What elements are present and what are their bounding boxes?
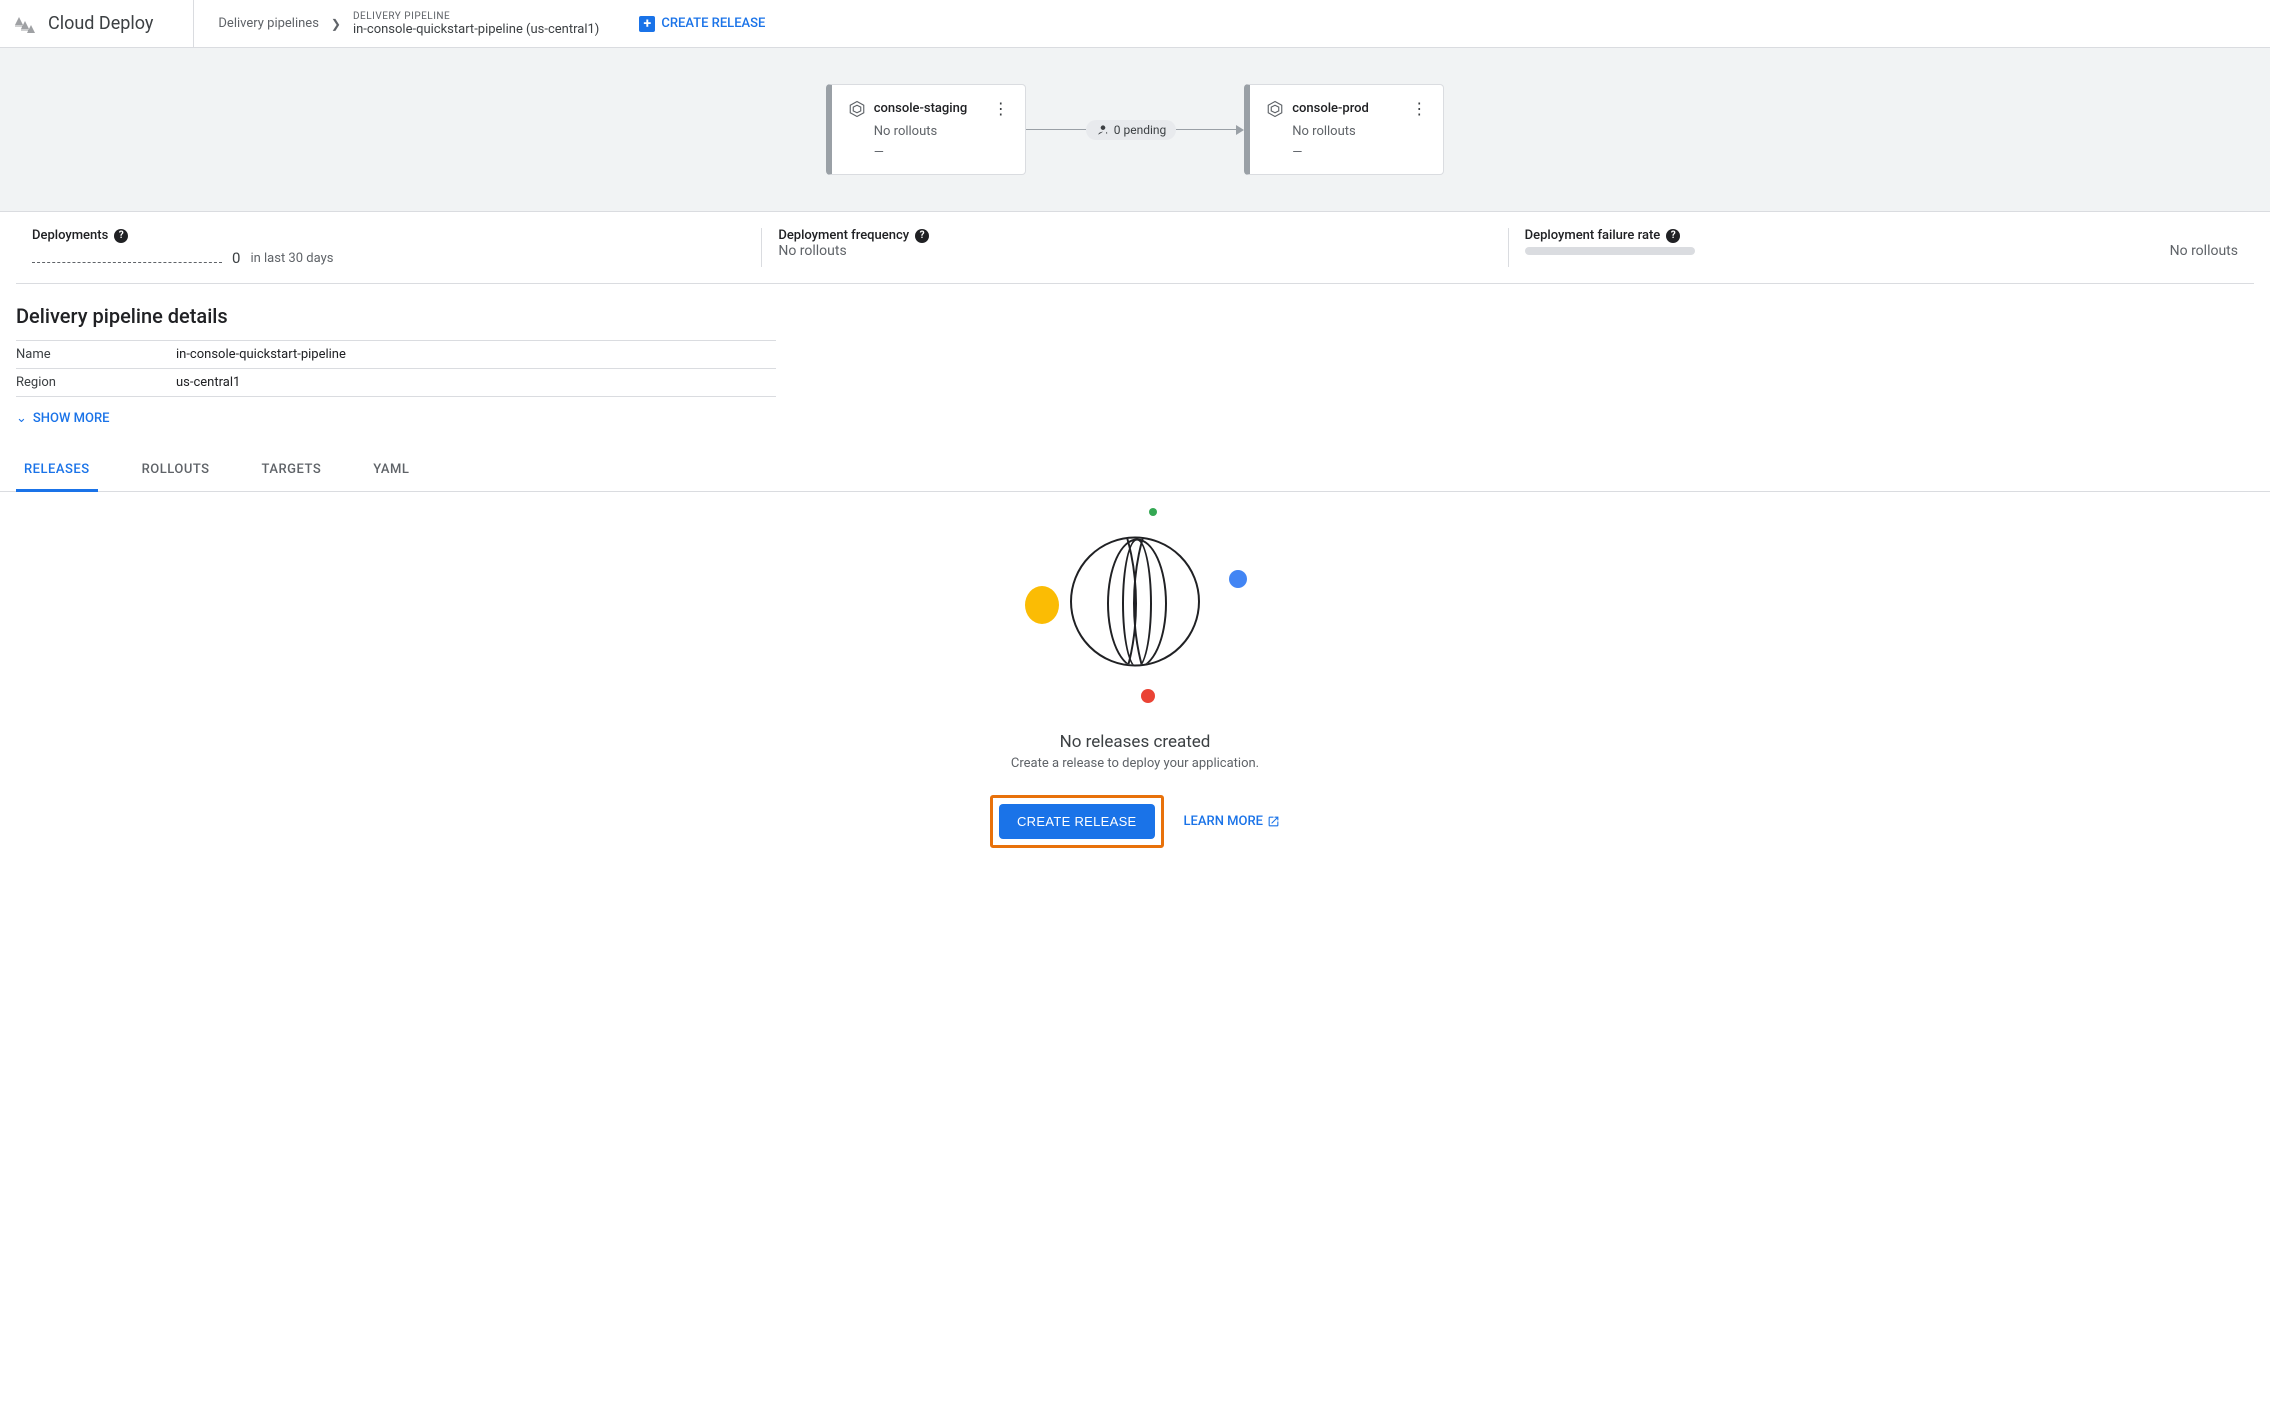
pipeline-connector: 0 pending	[1026, 120, 1245, 140]
stat-label: Deployment failure rate	[1525, 228, 1661, 243]
header-bar: Cloud Deploy Delivery pipelines ❯ DELIVE…	[0, 0, 2270, 48]
more-vert-icon[interactable]: ⋮	[993, 99, 1009, 118]
cloud-deploy-logo-icon	[12, 12, 36, 36]
breadcrumb-link-pipelines[interactable]: Delivery pipelines	[218, 16, 319, 31]
detail-label: Name	[16, 341, 176, 369]
show-more-label: SHOW MORE	[33, 411, 110, 426]
tutorial-highlight: CREATE RELEASE	[990, 795, 1164, 848]
stage-card-staging[interactable]: console-staging ⋮ No rollouts —	[826, 84, 1026, 175]
details-section: Delivery pipeline details Namein-console…	[0, 284, 2270, 426]
plus-icon: +	[639, 16, 655, 32]
detail-row: Regionus-central1	[16, 369, 776, 397]
stage-status: No rollouts	[1292, 124, 1427, 139]
target-icon	[1266, 100, 1284, 118]
stat-frequency: Deployment frequency? No rollouts	[761, 228, 1507, 267]
product-name: Cloud Deploy	[48, 13, 153, 34]
tab-rollouts[interactable]: ROLLOUTS	[134, 450, 218, 491]
failure-rate-bar	[1525, 247, 1695, 255]
create-release-button[interactable]: CREATE RELEASE	[999, 804, 1155, 839]
approval-icon	[1096, 123, 1110, 137]
tab-targets[interactable]: TARGETS	[254, 450, 330, 491]
stage-name: console-staging	[874, 101, 967, 116]
empty-state: No releases created Create a release to …	[0, 492, 2270, 872]
stat-label: Deployments	[32, 228, 108, 243]
show-more-button[interactable]: ⌄ SHOW MORE	[16, 411, 2254, 426]
create-release-button-header[interactable]: + CREATE RELEASE	[639, 16, 765, 32]
stage-name: console-prod	[1292, 101, 1369, 116]
chevron-right-icon: ❯	[331, 17, 341, 31]
breadcrumb-label: DELIVERY PIPELINE	[353, 11, 599, 22]
stat-count: 0	[232, 249, 240, 267]
help-icon[interactable]: ?	[114, 229, 128, 243]
help-icon[interactable]: ?	[915, 229, 929, 243]
tabs-row: RELEASES ROLLOUTS TARGETS YAML	[0, 450, 2270, 492]
external-link-icon	[1267, 815, 1280, 828]
details-table: Namein-console-quickstart-pipeline Regio…	[16, 340, 776, 397]
empty-illustration	[995, 508, 1275, 708]
chevron-down-icon: ⌄	[16, 411, 27, 426]
stage-detail: —	[1292, 145, 1427, 160]
tab-releases[interactable]: RELEASES	[16, 450, 98, 492]
pipeline-visualization: console-staging ⋮ No rollouts — 0 pendin…	[0, 48, 2270, 212]
more-vert-icon[interactable]: ⋮	[1411, 99, 1427, 118]
learn-more-label: LEARN MORE	[1184, 814, 1263, 829]
create-release-label: CREATE RELEASE	[661, 16, 765, 31]
arrowhead-icon	[1236, 125, 1244, 135]
stats-row: Deployments? 0 in last 30 days Deploymen…	[16, 212, 2254, 284]
sparkline-placeholder	[32, 253, 222, 263]
tab-yaml[interactable]: YAML	[365, 450, 417, 491]
learn-more-link[interactable]: LEARN MORE	[1184, 814, 1280, 829]
empty-title: No releases created	[0, 732, 2270, 752]
pending-text: 0 pending	[1114, 123, 1167, 137]
detail-value: us-central1	[176, 369, 776, 397]
detail-value: in-console-quickstart-pipeline	[176, 341, 776, 369]
stat-failure-rate: Deployment failure rate? No rollouts	[1508, 228, 2254, 267]
help-icon[interactable]: ?	[1666, 229, 1680, 243]
pending-chip: 0 pending	[1086, 120, 1177, 140]
detail-label: Region	[16, 369, 176, 397]
stat-value: No rollouts	[2170, 243, 2238, 259]
target-icon	[848, 100, 866, 118]
breadcrumb-title: in-console-quickstart-pipeline (us-centr…	[353, 22, 599, 37]
stat-period: in last 30 days	[250, 251, 333, 266]
stage-detail: —	[874, 145, 1009, 160]
breadcrumb-current: DELIVERY PIPELINE in-console-quickstart-…	[353, 11, 599, 37]
stat-label: Deployment frequency	[778, 228, 909, 243]
detail-row: Namein-console-quickstart-pipeline	[16, 341, 776, 369]
section-title: Delivery pipeline details	[16, 304, 2254, 328]
breadcrumb: Delivery pipelines ❯ DELIVERY PIPELINE i…	[193, 0, 599, 47]
empty-subtitle: Create a release to deploy your applicat…	[0, 756, 2270, 771]
stage-card-prod[interactable]: console-prod ⋮ No rollouts —	[1244, 84, 1444, 175]
stat-value: No rollouts	[778, 243, 846, 259]
stat-deployments: Deployments? 0 in last 30 days	[16, 228, 761, 267]
stage-status: No rollouts	[874, 124, 1009, 139]
